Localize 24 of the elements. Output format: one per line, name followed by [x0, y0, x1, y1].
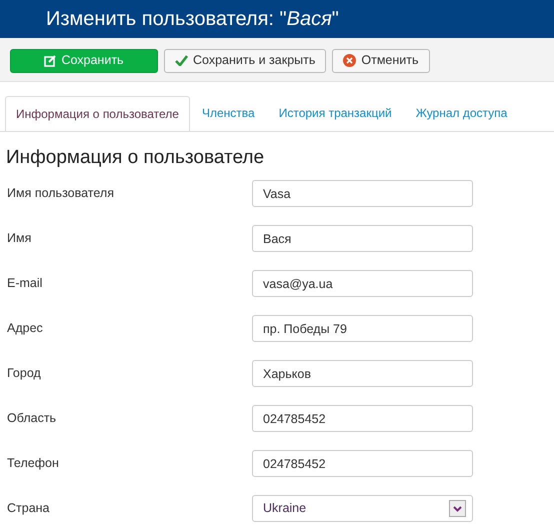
field-label: Область: [6, 410, 58, 428]
field-label: Телефон: [6, 455, 60, 472]
field-label: Страна: [6, 500, 51, 518]
field-label: Имя: [6, 230, 32, 248]
tab[interactable]: Информация о пользователе: [5, 96, 190, 131]
input-field[interactable]: vasa@ya.ua: [252, 270, 473, 297]
tab[interactable]: Членства: [190, 96, 267, 131]
tab[interactable]: Журнал доступа: [404, 96, 520, 131]
country-dropdown[interactable]: Ukraine: [252, 495, 473, 522]
input-field[interactable]: пр. Победы 79: [252, 315, 473, 342]
field-label: Город: [6, 365, 42, 382]
input-field[interactable]: 024785452: [252, 450, 473, 477]
cancel-button[interactable]: Отменить: [332, 48, 430, 72]
field-label: E-mail: [6, 275, 44, 292]
field-label: Адрес: [6, 320, 44, 338]
page-title: Изменить пользователя: "Вася": [46, 9, 339, 29]
input-field[interactable]: Вася: [252, 225, 473, 252]
field-label: Имя пользователя: [6, 185, 115, 202]
section-heading: Информация о пользователе: [6, 148, 266, 167]
input-field[interactable]: Vasa: [252, 180, 473, 207]
save-close-button[interactable]: Сохранить и закрыть: [164, 48, 326, 72]
input-field[interactable]: Харьков: [252, 360, 473, 387]
input-field[interactable]: 024785452: [252, 405, 473, 432]
tab[interactable]: История транзакций: [266, 96, 404, 131]
